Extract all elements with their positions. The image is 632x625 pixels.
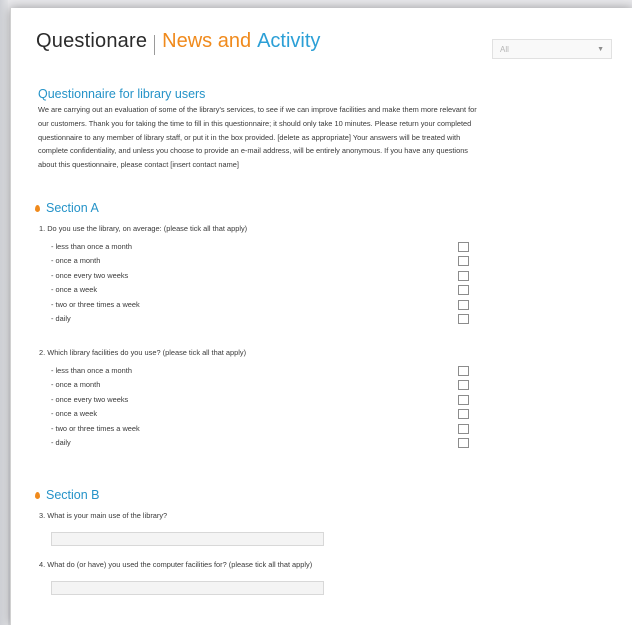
intro-line: about this questionnaire, please contact… — [38, 160, 239, 170]
questionnaire-page: Questionare News and Activity All ▼ Ques… — [10, 8, 632, 625]
list-item: - once a month — [51, 254, 481, 268]
list-item: - less than once a month — [51, 240, 481, 254]
checkbox[interactable] — [458, 437, 469, 448]
list-item: - two or three times a week — [51, 422, 481, 436]
option-label: - two or three times a week — [51, 423, 140, 433]
chevron-down-icon: ▼ — [597, 45, 604, 53]
intro-line: questionnaire to any member of library s… — [38, 132, 461, 142]
option-label: - once a week — [51, 285, 98, 295]
question-1: 1. Do you use the library, on average: (… — [39, 224, 248, 233]
checkbox[interactable] — [458, 299, 469, 310]
option-label: - less than once a month — [51, 366, 132, 375]
list-item: - once a month — [51, 378, 481, 392]
option-label: - once a month — [51, 380, 101, 390]
section-b-heading: Section B — [35, 488, 100, 502]
background-fold — [0, 0, 8, 625]
screen: Questionare News and Activity All ▼ Ques… — [0, 0, 632, 625]
checkbox[interactable] — [458, 242, 469, 252]
list-item: - two or three times a week — [51, 298, 481, 312]
option-label: - daily — [51, 437, 71, 447]
checkbox[interactable] — [458, 394, 469, 405]
page-title: Questionare — [36, 30, 148, 52]
intro-line: our customers. Thank you for taking the … — [38, 118, 472, 128]
page-header: Questionare News and Activity — [36, 30, 320, 60]
question-4-answer-field[interactable] — [51, 581, 324, 595]
option-label: - once every two weeks — [51, 394, 129, 404]
filter-select[interactable]: All ▼ — [492, 39, 612, 59]
checkbox[interactable] — [458, 270, 469, 281]
checkbox[interactable] — [458, 380, 469, 391]
title-divider — [154, 35, 156, 55]
question-3: 3. What is your main use of the library? — [39, 511, 168, 520]
question-1-options: - less than once a month - once a month … — [51, 240, 481, 326]
list-item: - daily — [51, 436, 481, 450]
question-2-options: - less than once a month - once a month … — [51, 364, 481, 450]
option-label: - daily — [51, 313, 71, 323]
checkbox[interactable] — [458, 423, 469, 434]
intro-line: complete confidentiality, and unless you… — [38, 146, 468, 156]
questionnaire-title: Questionnaire for library users — [38, 87, 206, 101]
list-item: - once a week — [51, 283, 481, 297]
header-activity-label: Activity — [257, 30, 321, 52]
header-news-label: News and — [162, 30, 252, 52]
list-item: - once a week — [51, 407, 481, 421]
intro-line: We are carrying out an evaluation of som… — [38, 105, 477, 114]
bullet-icon — [35, 204, 40, 212]
checkbox[interactable] — [458, 409, 469, 420]
option-label: - less than once a month — [51, 242, 132, 251]
question-4: 4. What do (or have) you used the comput… — [39, 560, 313, 569]
bullet-icon — [35, 491, 40, 499]
option-label: - two or three times a week — [51, 299, 140, 309]
list-item: - once every two weeks — [51, 269, 481, 283]
checkbox[interactable] — [458, 366, 469, 376]
checkbox[interactable] — [458, 313, 469, 324]
filter-select-value: All — [500, 44, 509, 54]
option-label: - once every two weeks — [51, 270, 129, 280]
section-a-heading: Section A — [35, 201, 99, 215]
question-2: 2. Which library facilities do you use? … — [39, 348, 247, 357]
question-3-answer-field[interactable] — [51, 532, 324, 546]
list-item: - daily — [51, 312, 481, 326]
list-item: - once every two weeks — [51, 393, 481, 407]
option-label: - once a month — [51, 256, 101, 266]
option-label: - once a week — [51, 409, 98, 419]
list-item: - less than once a month — [51, 364, 481, 378]
section-a-title: Section A — [46, 201, 99, 215]
questionnaire-intro: We are carrying out an evaluation of som… — [38, 103, 618, 172]
checkbox[interactable] — [458, 256, 469, 267]
checkbox[interactable] — [458, 285, 469, 296]
section-b-title: Section B — [46, 488, 100, 502]
